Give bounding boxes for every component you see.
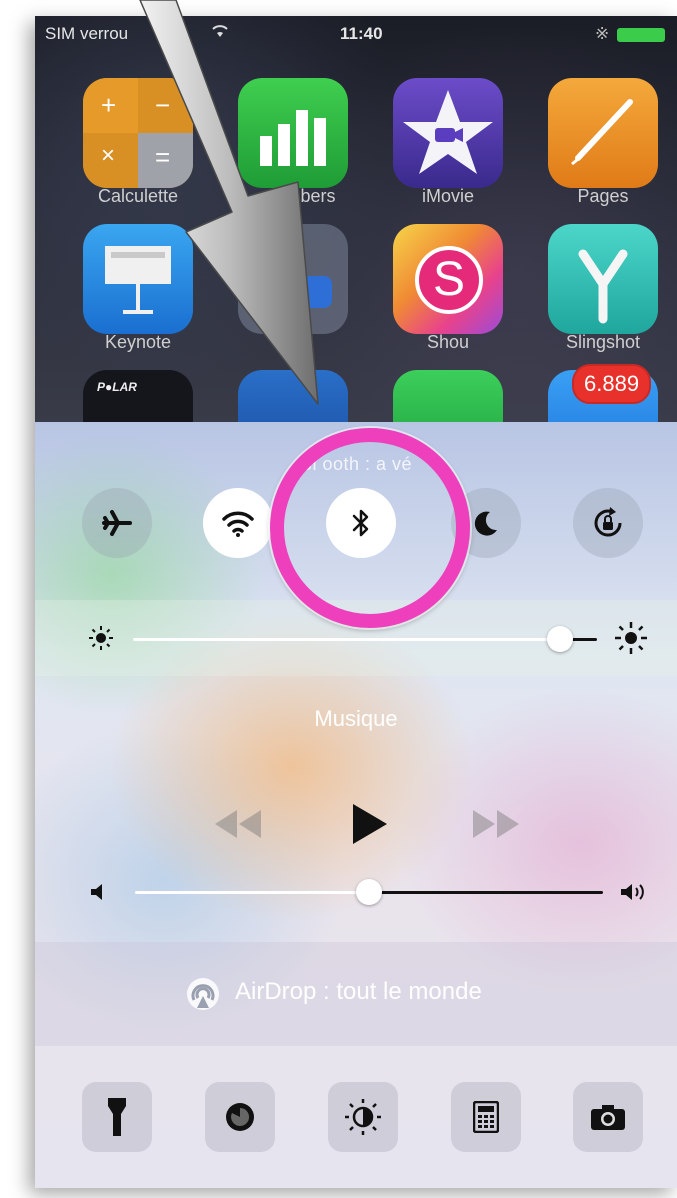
timer-button[interactable] [205, 1082, 275, 1152]
bluetooth-status-icon: ※ [595, 24, 610, 43]
brightness-low-icon [89, 626, 113, 650]
imovie-icon [393, 78, 503, 188]
night-shift-button[interactable] [328, 1082, 398, 1152]
volume-low-icon [91, 884, 102, 900]
brightness-track [133, 638, 569, 641]
app-label: Xco [277, 332, 309, 352]
timer-icon [226, 1103, 254, 1131]
carrier-label: SIM verrou [45, 24, 129, 43]
airdrop-icon [187, 978, 219, 1010]
app-label: Shou [426, 332, 470, 352]
calculator-icon [473, 1101, 499, 1133]
volume-track-filled [135, 891, 369, 894]
app-keynote[interactable]: Keynote [83, 224, 193, 364]
volume-slider-thumb[interactable] [356, 879, 382, 905]
notification-badge: 6.889 [572, 364, 652, 404]
app-folder[interactable]: Xco [238, 224, 348, 364]
app-label: Calculette [97, 186, 179, 206]
flashlight-icon [108, 1098, 126, 1136]
app-numbers[interactable]: bers [238, 78, 348, 218]
battery-icon [617, 28, 665, 42]
airdrop-button[interactable]: AirDrop : tout le monde [35, 942, 677, 1046]
moon-icon [474, 511, 497, 536]
app-label: Keynote [104, 332, 172, 352]
folder-icon [238, 224, 348, 334]
brightness-track-max [569, 638, 597, 641]
app-pages[interactable]: Pages [548, 78, 658, 218]
flashlight-button[interactable] [82, 1082, 152, 1152]
slingshot-icon [548, 224, 658, 334]
app-label: Pages [577, 186, 629, 206]
volume-high-icon [621, 884, 644, 900]
airplane-icon [102, 510, 132, 536]
app-shou[interactable]: S Shou [393, 224, 503, 364]
brightness-slider-thumb[interactable] [546, 626, 573, 652]
status-bar: SIM verrou 11:40 ※ [35, 16, 677, 52]
fast-forward-icon[interactable] [471, 808, 523, 840]
pages-icon [548, 78, 658, 188]
highlight-circle [270, 428, 470, 628]
wifi-status-icon [210, 22, 230, 43]
shou-icon: S [393, 224, 503, 334]
wifi-toggle[interactable] [203, 488, 273, 558]
app-label: iMovie [421, 186, 474, 206]
night-shift-icon [345, 1099, 381, 1135]
rotation-lock-icon [594, 507, 622, 537]
volume-track [369, 891, 603, 894]
home-screen: SIM verrou 11:40 ※ + − × = Calculette be… [35, 16, 677, 480]
rewind-icon[interactable] [211, 808, 263, 840]
camera-icon [591, 1105, 625, 1130]
wifi-icon [222, 511, 254, 537]
play-icon[interactable] [349, 802, 389, 846]
app-imovie[interactable]: iMovie [393, 78, 503, 218]
airplane-mode-toggle[interactable] [82, 488, 152, 558]
app-label: bers [300, 186, 336, 206]
app-calculette[interactable]: + − × = Calculette [83, 78, 193, 218]
clock-time: 11:40 [340, 24, 383, 43]
keynote-icon [83, 224, 193, 334]
numbers-icon [238, 78, 348, 188]
airdrop-label: AirDrop : tout le monde [235, 978, 482, 1005]
music-title: Musique [314, 706, 398, 731]
app-label: Slingshot [565, 332, 641, 352]
calculator-icon: + − × = [83, 78, 193, 188]
brightness-high-icon [615, 622, 647, 654]
camera-button[interactable] [573, 1082, 643, 1152]
calculator-button[interactable] [451, 1082, 521, 1152]
rotation-lock-toggle[interactable] [573, 488, 643, 558]
app-slingshot[interactable]: Slingshot [548, 224, 658, 364]
